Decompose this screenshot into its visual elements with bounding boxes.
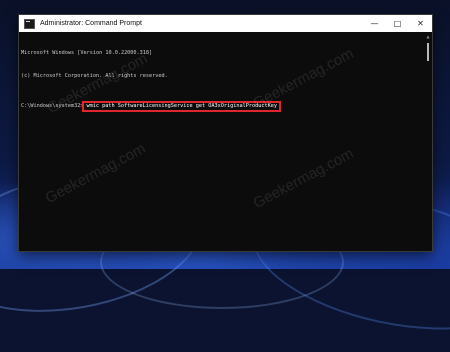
maximize-icon[interactable]: □ [386,15,409,32]
console-line: (c) Microsoft Corporation. All rights re… [21,72,168,79]
prompt-path: C:\Windows\system32> [21,102,84,109]
prompt-line[interactable]: C:\Windows\system32> wmic path SoftwareLi… [21,101,422,113]
console-output[interactable]: Microsoft Windows [Version 10.0.22000.31… [19,32,422,251]
window-title: Administrator: Command Prompt [40,20,142,27]
console-line: Microsoft Windows [Version 10.0.22000.31… [21,50,153,57]
command-prompt-window[interactable]: Administrator: Command Prompt — □ ✕ Micr… [18,14,433,252]
cmd-icon [24,18,35,29]
close-icon[interactable]: ✕ [409,15,432,32]
title-bar[interactable]: Administrator: Command Prompt — □ ✕ [19,15,432,32]
highlighted-command: wmic path SoftwareLicensingService get O… [82,101,281,113]
scroll-up-icon[interactable]: ▲ [425,34,431,40]
vertical-scrollbar[interactable]: ▲ [425,34,431,249]
window-controls: — □ ✕ [363,15,432,32]
minimize-icon[interactable]: — [363,15,386,32]
scroll-thumb[interactable] [427,43,429,61]
